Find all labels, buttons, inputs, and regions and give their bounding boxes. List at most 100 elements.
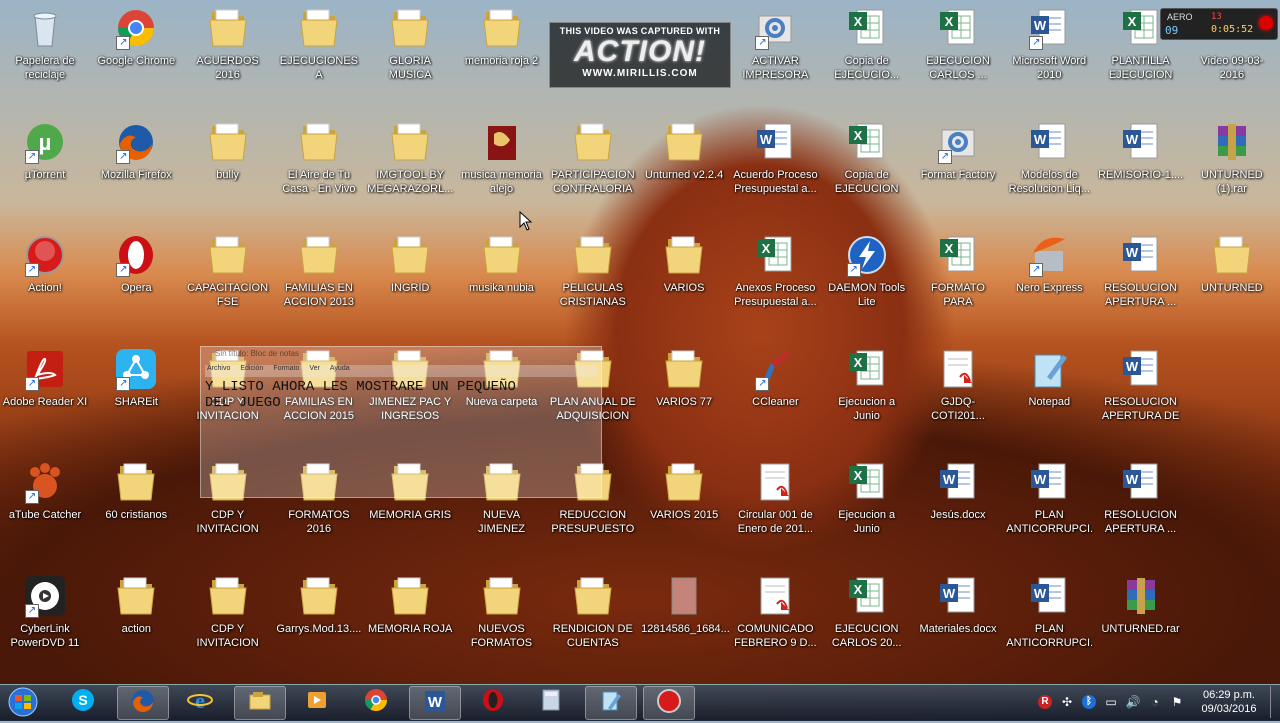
taskbar-button-media[interactable] (292, 686, 342, 718)
desktop-icon-ejecucion-carlos[interactable]: X EJECUCION CARLOS ... (913, 0, 1003, 100)
desktop-icon-nuevos-formatos[interactable]: NUEVOS FORMATOS (457, 568, 547, 668)
desktop-icon-mozilla-firefox[interactable]: ↗ Mozilla Firefox (91, 114, 181, 214)
desktop-icon-bully[interactable]: bully (183, 114, 273, 214)
desktop-icon-el-aire[interactable]: El Aire de Tu Casa - En Vivo (274, 114, 364, 214)
notepad-menu-item[interactable]: Ver (309, 365, 320, 377)
desktop-icon-img-12814586[interactable]: 12814586_1684.... (639, 568, 729, 668)
desktop-icon-unturned-rar[interactable]: UNTURNED.rar (1096, 568, 1186, 668)
power-icon[interactable]: ◔ (1146, 693, 1164, 711)
taskbar-button-skype[interactable]: S (58, 686, 108, 718)
desktop-icon-adobe-reader[interactable]: ↗ Adobe Reader XI (0, 341, 90, 441)
desktop-icon-resolucion-2[interactable]: W RESOLUCION APERTURA DE L... (1096, 341, 1186, 441)
taskbar-button-explorer[interactable] (233, 686, 286, 720)
desktop-icon-google-chrome[interactable]: ↗ Google Chrome (91, 0, 181, 100)
desktop-icon-comunicado[interactable]: COMUNICADO FEBRERO 9 D... (730, 568, 820, 668)
taskbar-button-chrome[interactable] (351, 686, 401, 718)
desktop-icon-unturned-1-rar[interactable]: UNTURNED (1).rar (1187, 114, 1277, 214)
desktop-icon-ejecucion-junio[interactable]: X Ejecucion a Junio 2015.xlsx (822, 341, 912, 441)
taskbar-button-firefox[interactable] (116, 686, 169, 720)
desktop-icon-memoria-roja[interactable]: MEMORIA ROJA (365, 568, 455, 668)
desktop[interactable]: Papelera de reciclaje ↗ Google Chrome ACU… (0, 0, 1280, 684)
desktop-icon-gjdq-coti[interactable]: GJDQ-COTI201... (913, 341, 1003, 441)
desktop-icon-ingrid[interactable]: INGRID (365, 227, 455, 327)
volume-icon[interactable]: 🔊 (1124, 693, 1142, 711)
desktop-icon-varios[interactable]: VARIOS (639, 227, 729, 327)
taskbar-button-ie[interactable]: e (175, 686, 225, 718)
taskbar-button-action-rec[interactable] (643, 686, 695, 720)
desktop-icon-ejecucion-carlos-20[interactable]: X EJECUCION CARLOS 20... (822, 568, 912, 668)
r-icon[interactable]: R (1036, 693, 1054, 711)
notepad-text[interactable]: Y LISTO AHORA LES MOSTRARE UN PEQUEÑO DE… (205, 379, 595, 411)
taskbar-button-word[interactable]: W (409, 686, 461, 720)
desktop-icon-action-folder[interactable]: action (91, 568, 181, 668)
desktop-icon-utorrent[interactable]: µ ↗ µTorrent (0, 114, 90, 214)
desktop-icon-participacion[interactable]: PARTICIPACION CONTRALORIA (548, 114, 638, 214)
desktop-icon-label: PELICULAS CRISTIANAS (559, 282, 626, 308)
desktop-icon-jesus-docx[interactable]: W Jesús.docx (913, 454, 1003, 554)
desktop-icon-label: Adobe Reader XI (2, 395, 88, 408)
desktop-icon-resolucion-1[interactable]: W RESOLUCION APERTURA ... (1096, 227, 1186, 327)
desktop-icon-60-cristianos[interactable]: 60 cristianos (91, 454, 181, 554)
desktop-icon-peliculas[interactable]: PELICULAS CRISTIANAS (548, 227, 638, 327)
taskbar-button-notepad[interactable] (584, 686, 637, 720)
taskbar-button-opera[interactable] (468, 686, 518, 718)
desktop-icon-nero-express[interactable]: ↗ Nero Express (1004, 227, 1094, 327)
desktop-icon-activar-impresora[interactable]: ↗ ACTIVAR IMPRESORA (730, 0, 820, 100)
desktop-icon-circular-001[interactable]: Circular 001 de Enero de 201... (730, 454, 820, 554)
bluetooth-icon[interactable]: ᛒ (1080, 693, 1098, 711)
desktop-icon-copia-ejecucion-1[interactable]: X Copia de EJECUCIO... (822, 0, 912, 100)
desktop-icon-daemon-tools[interactable]: ↗ DAEMON Tools Lite (822, 227, 912, 327)
display-icon[interactable]: ▭ (1102, 693, 1120, 711)
network-share-icon[interactable]: ✣ (1058, 693, 1076, 711)
desktop-icon-recycle-bin[interactable]: Papelera de reciclaje (0, 0, 90, 100)
notepad-window-ghost[interactable]: Sin título: Bloc de notas Archivo Edición… (200, 346, 602, 498)
notepad-menu-item[interactable]: Ayuda (330, 365, 350, 377)
desktop-icon-acuerdos-2016[interactable]: ACUERDOS 2016 (183, 0, 273, 100)
desktop-icon-resolucion-3[interactable]: W RESOLUCION APERTURA ... (1096, 454, 1186, 554)
desktop-icon-unturned-224[interactable]: Unturned v2.2.4 (639, 114, 729, 214)
notepad-menu-item[interactable]: Archivo (207, 365, 230, 377)
desktop-icon-familias-2013[interactable]: FAMILIAS EN ACCION 2013 (274, 227, 364, 327)
show-desktop-button[interactable] (1270, 686, 1280, 718)
desktop-icon-ms-word-2010[interactable]: W ↗ Microsoft Word 2010 (1004, 0, 1094, 100)
desktop-icon-ccleaner[interactable]: ↗ CCleaner (730, 341, 820, 441)
desktop-icon-format-factory[interactable]: ↗ Format Factory (913, 114, 1003, 214)
desktop-icon-atube-catcher[interactable]: ↗ aTube Catcher (0, 454, 90, 554)
desktop-icon-opera[interactable]: ↗ Opera (91, 227, 181, 327)
desktop-icon-copia-ejecucion-2[interactable]: X Copia de EJECUCION DI... (822, 114, 912, 214)
desktop-icon-modelos-resolucion[interactable]: W Modelos de Resolucion Liq... (1004, 114, 1094, 214)
desktop-icon-ejecucion-junio-6[interactable]: X Ejecucion a Junio 2015-6.xlsx (822, 454, 912, 554)
desktop-icon-plan-anticorrupcion-2[interactable]: W PLAN ANTICORRUPCI... (1004, 568, 1094, 668)
notepad-menu-item[interactable]: Edición (240, 365, 263, 377)
word-icon: W (1027, 120, 1071, 164)
desktop-icon-rendicion[interactable]: RENDICION DE CUENTAS (548, 568, 638, 668)
desktop-icon-musica-memoria[interactable]: musica memoria alejo (457, 114, 547, 214)
desktop-icon-musika-nubia[interactable]: musika nubia (457, 227, 547, 327)
desktop-icon-materiales-docx[interactable]: W Materiales.docx (913, 568, 1003, 668)
desktop-icon-notepad[interactable]: Notepad (1004, 341, 1094, 441)
taskbar-button-calculator[interactable] (526, 686, 576, 718)
taskbar-clock[interactable]: 06:29 p.m. 09/03/2016 (1196, 688, 1262, 716)
notepad-menu-item[interactable]: Formato (273, 365, 299, 377)
desktop-icon-imgtool[interactable]: IMGTOOL BY MEGARAZORL... (365, 114, 455, 214)
flag-icon[interactable]: ⚑ (1168, 693, 1186, 711)
desktop-icon-garrys-mod[interactable]: Garrys.Mod.13.... (274, 568, 364, 668)
desktop-icon-plan-anticorrupcion-1[interactable]: W PLAN ANTICORRUPCI... (1004, 454, 1094, 554)
desktop-icon-cyberlink[interactable]: ↗ CyberLink PowerDVD 11 (0, 568, 90, 668)
desktop-icon-formato-retencion[interactable]: X FORMATO PARA RETENCION C... (913, 227, 1003, 327)
desktop-icon-acuerdo-proceso[interactable]: W Acuerdo Proceso Presupuestal a... (730, 114, 820, 214)
desktop-icon-gloria-musica[interactable]: GLORIA MUSICA (365, 0, 455, 100)
desktop-icon-ejecuciones-sep[interactable]: EJECUCIONES A SEPTIEMBRE (274, 0, 364, 100)
desktop-icon-capacitacion-fse[interactable]: CAPACITACION FSE (183, 227, 273, 327)
desktop-icon-varios-77[interactable]: VARIOS 77 (639, 341, 729, 441)
desktop-icon-varios-2015[interactable]: VARIOS 2015 (639, 454, 729, 554)
desktop-icon-action[interactable]: ↗ Action! (0, 227, 90, 327)
start-button[interactable] (3, 686, 43, 718)
desktop-icon-cdp-2016[interactable]: CDP Y INVITACION 2016 (183, 568, 273, 668)
record-indicator-icon[interactable] (1259, 16, 1273, 30)
desktop-icon-anexos-proceso[interactable]: X Anexos Proceso Presupuestal a... (730, 227, 820, 327)
desktop-icon-memoria-roja-2[interactable]: memoria roja 2 (457, 0, 547, 100)
desktop-icon-unturned-folder[interactable]: UNTURNED (1187, 227, 1277, 327)
desktop-icon-remisorio[interactable]: W REMISORIO-1.... (1096, 114, 1186, 214)
desktop-icon-shareit[interactable]: ↗ SHAREit (91, 341, 181, 441)
